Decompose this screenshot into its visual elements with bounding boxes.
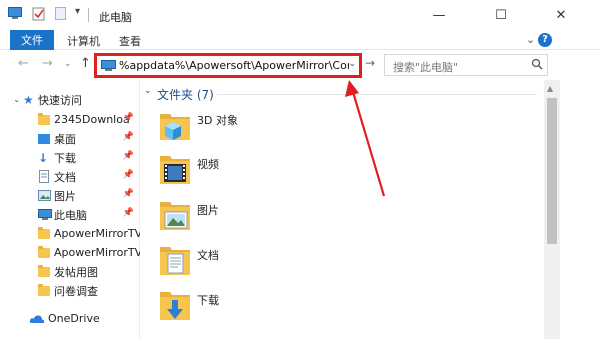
folder-item-3d-objects[interactable]: 3D 对象 [159, 108, 359, 148]
content-pane: ⌄ 文件夹 (7) 3D 对象 视频 图片 文档 下载 [141, 80, 544, 339]
pictures-icon [38, 190, 51, 201]
sidebar-item-documents[interactable]: 文档 📌 [0, 167, 140, 186]
sidebar-item-label: 问卷调查 [54, 284, 98, 298]
documents-icon [39, 170, 49, 183]
folder-icon [38, 245, 50, 258]
sidebar-item-label: 桌面 [54, 132, 76, 146]
sidebar-item-label: 此电脑 [54, 208, 87, 222]
recent-locations-button[interactable]: ⌄ [64, 59, 72, 69]
search-input[interactable]: 搜索"此电脑" [393, 59, 458, 75]
scrollbar-thumb[interactable] [547, 98, 557, 244]
title-bar: ▾ 此电脑 — ☐ ✕ [0, 0, 600, 30]
pin-icon: 📌 [122, 113, 134, 123]
vertical-scrollbar[interactable]: ▲ [544, 80, 560, 339]
scroll-up-icon[interactable]: ▲ [547, 84, 553, 93]
tab-file[interactable]: 文件 [10, 30, 54, 50]
sidebar-item-label: ApowerMirrorTV [54, 227, 140, 240]
group-divider [217, 94, 537, 95]
folder-item-documents[interactable]: 文档 [159, 243, 359, 283]
folder-item-pictures[interactable]: 图片 [159, 198, 359, 238]
sidebar-item-apowermirrortv[interactable]: ApowerMirrorTV [0, 224, 140, 243]
star-icon: ★ [23, 92, 34, 107]
sidebar-item-label: ApowerMirrorTV- [54, 246, 140, 259]
expand-ribbon-button[interactable]: ⌄ [526, 33, 535, 46]
folder-icon [38, 264, 50, 277]
pin-icon: 📌 [122, 189, 134, 199]
ribbon: 文件 计算机 查看 ⌄ ? [0, 30, 600, 50]
forward-button[interactable]: → [42, 56, 53, 71]
computer-icon [8, 7, 22, 19]
desktop-icon [38, 133, 50, 144]
sidebar-item-label: 图片 [54, 189, 76, 203]
folder-label: 图片 [197, 204, 219, 217]
new-folder-icon[interactable] [55, 7, 66, 20]
videos-folder-icon [160, 156, 190, 184]
back-button[interactable]: ← [18, 56, 29, 71]
sidebar-item-label: 下载 [54, 151, 76, 165]
search-icon[interactable] [531, 58, 543, 70]
sidebar-item-desktop[interactable]: 桌面 📌 [0, 129, 140, 148]
address-row: ← → ⌄ ↑ %appdata%\Apowersoft\ApowerMirro… [0, 50, 600, 80]
folder-icon [38, 283, 50, 296]
go-button[interactable]: → [365, 56, 375, 70]
sidebar-item-downloads[interactable]: ↓ 下载 📌 [0, 148, 140, 167]
chevron-down-icon[interactable]: ⌄ [144, 86, 152, 96]
address-dropdown-button[interactable]: ⌄ [348, 59, 356, 69]
title-separator [88, 8, 89, 22]
pin-icon: 📌 [122, 208, 134, 218]
sidebar-item-survey[interactable]: 问卷调查 [0, 281, 140, 300]
close-button[interactable]: ✕ [538, 2, 584, 28]
sidebar-item-pictures[interactable]: 图片 📌 [0, 186, 140, 205]
search-box[interactable]: 搜索"此电脑" [384, 54, 548, 76]
help-button[interactable]: ? [538, 33, 552, 47]
pin-icon: 📌 [122, 170, 134, 180]
customize-toolbar-icon[interactable]: ▾ [75, 6, 80, 17]
address-input[interactable]: %appdata%\Apowersoft\ApowerMirror\Config… [119, 59, 349, 72]
window-title: 此电脑 [99, 11, 132, 24]
sidebar-item-label: 2345Download [54, 113, 130, 126]
documents-folder-icon [160, 247, 190, 275]
cloud-icon [29, 314, 45, 323]
folder-icon [38, 112, 50, 125]
download-icon: ↓ [38, 150, 49, 165]
pin-icon: 📌 [122, 132, 134, 142]
tab-view[interactable]: 查看 [119, 33, 141, 49]
address-bar[interactable]: %appdata%\Apowersoft\ApowerMirror\Config… [94, 53, 362, 78]
sidebar-item-this-pc[interactable]: 此电脑 📌 [0, 205, 140, 224]
folder-item-downloads[interactable]: 下载 [159, 288, 359, 328]
downloads-folder-icon [160, 292, 190, 320]
folder-label: 3D 对象 [197, 114, 238, 127]
sidebar-item-label: 快速访问 [38, 93, 82, 107]
up-button[interactable]: ↑ [80, 56, 91, 71]
sidebar-item-onedrive[interactable]: OneDrive [0, 309, 140, 328]
folder-label: 视频 [197, 158, 219, 171]
sidebar-item-quick-access[interactable]: ⌄ ★ 快速访问 [0, 90, 140, 109]
computer-icon [101, 60, 116, 71]
sidebar-item-label: 文档 [54, 170, 76, 184]
pin-icon: 📌 [122, 151, 134, 161]
sidebar-item-apowermirrortv-2[interactable]: ApowerMirrorTV- [0, 243, 140, 262]
group-header[interactable]: 文件夹 (7) [157, 86, 214, 103]
navigation-pane: ⌄ ★ 快速访问 2345Download 📌 桌面 📌 ↓ 下载 📌 文档 📌… [0, 80, 140, 339]
properties-icon[interactable] [32, 7, 45, 21]
minimize-button[interactable]: — [416, 2, 462, 28]
sidebar-item-2345download[interactable]: 2345Download 📌 [0, 110, 140, 129]
folder-label: 文档 [197, 249, 219, 262]
sidebar-item-label: OneDrive [48, 312, 100, 325]
3d-objects-folder-icon [160, 114, 190, 140]
folder-item-videos[interactable]: 视频 [159, 152, 359, 192]
computer-icon [38, 208, 52, 220]
maximize-button[interactable]: ☐ [478, 2, 524, 28]
chevron-down-icon[interactable]: ⌄ [0, 95, 20, 104]
sidebar-item-post-images[interactable]: 发帖用图 [0, 262, 140, 281]
folder-icon [38, 226, 50, 239]
folder-label: 下载 [197, 294, 219, 307]
tab-computer[interactable]: 计算机 [67, 33, 100, 49]
pictures-folder-icon [160, 202, 190, 230]
sidebar-item-label: 发帖用图 [54, 265, 98, 279]
